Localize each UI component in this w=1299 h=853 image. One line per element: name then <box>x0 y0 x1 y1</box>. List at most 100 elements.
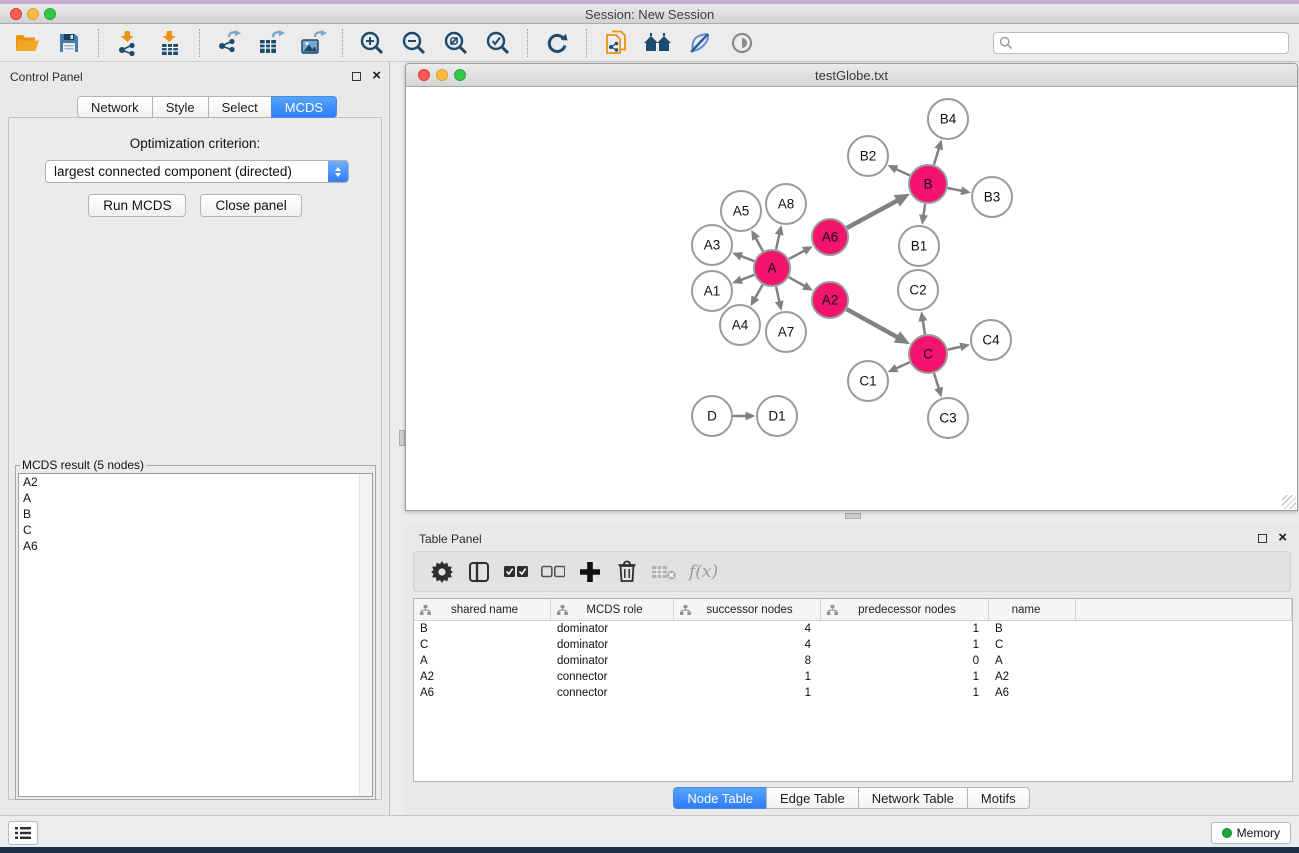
close-panel-icon[interactable]: × <box>372 67 381 85</box>
graph-node-A3[interactable]: A3 <box>692 225 732 265</box>
column-visibility-button[interactable] <box>463 556 495 588</box>
column-header-MCDS-role[interactable]: MCDS role <box>551 599 674 620</box>
table-cell[interactable]: A6 <box>414 685 551 701</box>
table-row[interactable]: Bdominator41B <box>414 621 1292 637</box>
float-table-panel-icon[interactable] <box>1258 534 1267 543</box>
optimization-criterion-select[interactable]: largest connected component (directed) <box>45 160 349 183</box>
graph-edge-A2-C[interactable] <box>847 309 898 337</box>
zoom-selected-button[interactable] <box>481 27 515 59</box>
window-resize-grip[interactable] <box>1282 495 1296 509</box>
home-button[interactable] <box>641 27 675 59</box>
graph-node-A4[interactable]: A4 <box>720 305 760 345</box>
table-cell[interactable]: dominator <box>551 621 674 637</box>
deselect-all-button[interactable] <box>537 556 569 588</box>
function-builder-button[interactable]: f(x) <box>685 556 722 588</box>
network-canvas[interactable]: AA1A3A4A5A7A8A6A2BB1B2B3B4CC1C2C3C4DD1 <box>406 87 1297 510</box>
table-cell[interactable]: 1 <box>821 621 989 637</box>
graph-edge-C-C3[interactable] <box>934 373 939 388</box>
task-history-button[interactable] <box>8 821 38 845</box>
table-cell[interactable]: B <box>989 621 1076 637</box>
table-cell[interactable]: 1 <box>674 669 821 685</box>
settings-gear-button[interactable] <box>426 556 458 588</box>
table-row[interactable]: Adominator80A <box>414 653 1292 669</box>
tab-node-table[interactable]: Node Table <box>673 787 767 809</box>
graph-node-A7[interactable]: A7 <box>766 312 806 352</box>
mcds-result-item[interactable]: C <box>19 522 372 538</box>
graph-node-C4[interactable]: C4 <box>971 320 1011 360</box>
graph-node-C[interactable]: C <box>909 335 947 373</box>
table-cell[interactable]: 1 <box>674 685 821 701</box>
refresh-button[interactable] <box>540 27 574 59</box>
table-cell[interactable]: dominator <box>551 653 674 669</box>
graph-node-C3[interactable]: C3 <box>928 398 968 438</box>
graph-edge-B-B1[interactable] <box>923 204 925 216</box>
graph-node-A8[interactable]: A8 <box>766 184 806 224</box>
graph-edge-A6-B[interactable] <box>847 201 898 228</box>
graph-edge-A-A8[interactable] <box>776 234 779 249</box>
table-row[interactable]: A2connector11A2 <box>414 669 1292 685</box>
graph-edge-C-C4[interactable] <box>948 347 961 350</box>
create-column-button[interactable] <box>574 556 606 588</box>
graph-node-D1[interactable]: D1 <box>757 396 797 436</box>
mcds-result-item[interactable]: A <box>19 490 372 506</box>
import-network-button[interactable] <box>111 27 145 59</box>
zoom-out-button[interactable] <box>397 27 431 59</box>
delete-table-button[interactable] <box>648 556 680 588</box>
graph-edge-A-A6[interactable] <box>789 251 805 259</box>
table-cell[interactable]: connector <box>551 685 674 701</box>
mcds-result-item[interactable]: A2 <box>19 474 372 490</box>
graph-edge-A-A2[interactable] <box>789 277 805 286</box>
graph-node-B3[interactable]: B3 <box>972 177 1012 217</box>
graph-edge-B-B3[interactable] <box>948 188 962 191</box>
export-network-button[interactable] <box>212 27 246 59</box>
column-header-name[interactable]: name <box>989 599 1076 620</box>
tab-motifs[interactable]: Motifs <box>967 787 1030 809</box>
tab-network[interactable]: Network <box>77 96 153 118</box>
graph-edge-C-C2[interactable] <box>923 321 925 335</box>
mcds-result-list[interactable]: A2ABCA6 <box>18 473 373 797</box>
graph-edge-B-B4[interactable] <box>934 149 939 165</box>
table-cell[interactable]: 4 <box>674 637 821 653</box>
zoom-fit-button[interactable] <box>439 27 473 59</box>
tab-network-table[interactable]: Network Table <box>858 787 968 809</box>
table-row[interactable]: A6connector11A6 <box>414 685 1292 701</box>
table-cell[interactable]: B <box>414 621 551 637</box>
table-cell[interactable]: dominator <box>551 637 674 653</box>
open-session-button[interactable] <box>10 27 44 59</box>
table-cell[interactable]: A6 <box>989 685 1076 701</box>
export-table-button[interactable] <box>254 27 288 59</box>
column-header-predecessor-nodes[interactable]: predecessor nodes <box>821 599 989 620</box>
close-table-panel-icon[interactable]: × <box>1278 529 1287 547</box>
search-field[interactable] <box>993 32 1289 54</box>
graph-node-A6[interactable]: A6 <box>812 219 848 255</box>
graph-edge-C-C1[interactable] <box>896 362 909 368</box>
mcds-result-item[interactable]: B <box>19 506 372 522</box>
table-cell[interactable]: connector <box>551 669 674 685</box>
graph-node-B2[interactable]: B2 <box>848 136 888 176</box>
table-cell[interactable]: 1 <box>821 637 989 653</box>
graph-edge-A-A7[interactable] <box>776 287 779 302</box>
table-cell[interactable]: A <box>414 653 551 669</box>
search-input[interactable] <box>1013 34 1288 52</box>
tab-style[interactable]: Style <box>152 96 209 118</box>
table-cell[interactable]: A <box>989 653 1076 669</box>
save-session-button[interactable] <box>52 27 86 59</box>
graph-edge-A-A3[interactable] <box>741 256 754 261</box>
mcds-result-item[interactable]: A6 <box>19 538 372 554</box>
close-panel-button[interactable]: Close panel <box>200 194 301 217</box>
graph-node-B1[interactable]: B1 <box>899 226 939 266</box>
float-panel-icon[interactable] <box>352 72 361 81</box>
table-cell[interactable]: 1 <box>821 669 989 685</box>
result-list-scrollbar[interactable] <box>359 474 372 796</box>
graph-node-A1[interactable]: A1 <box>692 271 732 311</box>
column-header-successor-nodes[interactable]: successor nodes <box>674 599 821 620</box>
graph-edge-A-A4[interactable] <box>755 285 763 298</box>
export-image-button[interactable] <box>296 27 330 59</box>
memory-button[interactable]: Memory <box>1211 822 1291 844</box>
graph-edge-A-A5[interactable] <box>756 238 763 251</box>
table-cell[interactable]: 1 <box>821 685 989 701</box>
graph-node-A2[interactable]: A2 <box>812 282 848 318</box>
graph-node-B[interactable]: B <box>909 165 947 203</box>
table-cell[interactable]: 0 <box>821 653 989 669</box>
graph-node-B4[interactable]: B4 <box>928 99 968 139</box>
